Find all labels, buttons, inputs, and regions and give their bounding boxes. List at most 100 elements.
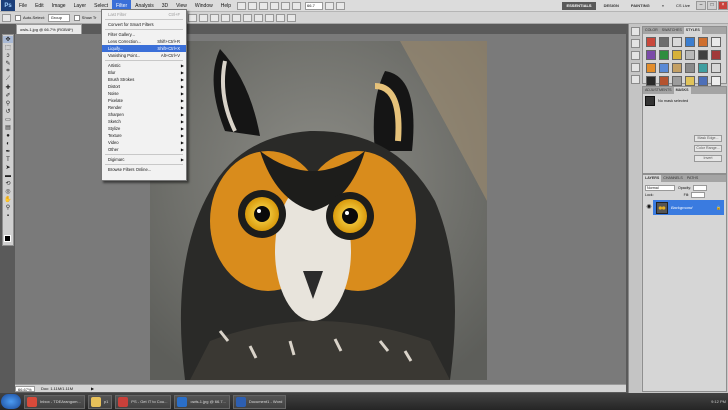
menu-help[interactable]: Help xyxy=(217,0,235,12)
eyedropper-tool-icon[interactable]: ⟋ xyxy=(3,76,13,83)
taskbar-item[interactable]: owls-1.jpg @ 66.7... xyxy=(174,394,230,409)
tab-styles[interactable]: STYLES xyxy=(683,27,702,34)
filter-menu-item-distort[interactable]: Distort ▶ xyxy=(102,83,186,90)
style-swatch[interactable] xyxy=(685,50,695,60)
guides-icon[interactable] xyxy=(259,1,269,10)
tab-channels[interactable]: CHANNELS xyxy=(661,175,685,182)
filter-menu-item-convert-for-smart-filters[interactable]: Convert for Smart Filters xyxy=(102,21,186,28)
blur-tool-icon[interactable]: ● xyxy=(3,132,13,139)
filter-menu-item-brush-strokes[interactable]: Brush Strokes ▶ xyxy=(102,76,186,83)
hand-tool-icon[interactable] xyxy=(270,1,280,10)
owl-photo[interactable] xyxy=(150,41,487,380)
filter-menu-item-vanishing-point[interactable]: Vanishing Point... Alt+Ctrl+V xyxy=(102,52,186,59)
style-swatch[interactable] xyxy=(659,76,669,86)
tab-layers[interactable]: LAYERS xyxy=(643,175,662,182)
style-swatch[interactable] xyxy=(711,50,721,60)
filter-menu-item-sketch[interactable]: Sketch ▶ xyxy=(102,118,186,125)
style-swatch[interactable] xyxy=(685,76,695,86)
menu-file[interactable]: File xyxy=(15,0,31,12)
screen-mode-icon[interactable] xyxy=(336,1,346,10)
blend-mode-select[interactable]: Normal xyxy=(645,184,675,191)
filter-menu-item-browse-filters-online[interactable]: Browse Filters Online... xyxy=(102,166,186,173)
distribute-bottom-icon[interactable] xyxy=(276,13,286,22)
clone-stamp-tool-icon[interactable]: ⚲ xyxy=(3,100,13,107)
align-left-icon[interactable] xyxy=(221,13,231,22)
character-panel-icon[interactable] xyxy=(631,75,640,84)
arrange-documents-icon[interactable] xyxy=(325,1,335,10)
style-swatch[interactable] xyxy=(646,50,656,60)
minimize-button[interactable]: – xyxy=(696,1,706,10)
show-transform-checkbox[interactable] xyxy=(73,14,80,21)
style-swatch[interactable] xyxy=(646,63,656,73)
style-swatch[interactable] xyxy=(659,50,669,60)
cs-live-menu[interactable]: CS Live xyxy=(676,3,690,8)
3d-orbit-tool-icon[interactable]: ◎ xyxy=(3,188,13,195)
spot-healing-tool-icon[interactable]: ✚ xyxy=(3,84,13,91)
marquee-tool-icon[interactable]: ⬚ xyxy=(3,44,13,51)
filter-menu-item-lens-correction[interactable]: Lens Correction... Shift+Ctrl+R xyxy=(102,38,186,45)
menu-window[interactable]: Window xyxy=(191,0,217,12)
style-swatch[interactable] xyxy=(698,50,708,60)
style-swatch[interactable] xyxy=(711,76,721,86)
filter-menu-item-pixelate[interactable]: Pixelate ▶ xyxy=(102,97,186,104)
align-center-icon[interactable] xyxy=(232,13,242,22)
style-swatch[interactable] xyxy=(698,37,708,47)
taskbar-item[interactable]: Inbox - TDEArangom... xyxy=(24,394,85,409)
hand-tool-icon[interactable]: ✋ xyxy=(3,196,13,203)
style-swatch[interactable] xyxy=(711,37,721,47)
style-swatch[interactable] xyxy=(646,37,656,47)
3d-rotate-tool-icon[interactable]: ⟲ xyxy=(3,180,13,187)
eye-icon[interactable]: ◉ xyxy=(645,200,653,215)
auto-select-checkbox[interactable] xyxy=(15,14,21,21)
brush-tool-icon[interactable]: ✐ xyxy=(3,92,13,99)
tab-swatches[interactable]: SWATCHES xyxy=(660,27,684,34)
quick-select-tool-icon[interactable]: ✎ xyxy=(3,60,13,67)
color-range-button[interactable]: Color Range... xyxy=(694,145,722,152)
taskbar-item[interactable]: Document1 - Word xyxy=(232,394,287,409)
align-right-icon[interactable] xyxy=(243,13,253,22)
filter-menu-item-filter-gallery[interactable]: Filter Gallery... xyxy=(102,31,186,38)
foreground-color-swatch[interactable] xyxy=(4,235,11,242)
style-swatch[interactable] xyxy=(672,76,682,86)
zoom-tool-icon[interactable] xyxy=(281,1,291,10)
taskbar-item[interactable]: p1 xyxy=(87,394,113,409)
filter-menu-item-noise[interactable]: Noise ▶ xyxy=(102,90,186,97)
style-swatch[interactable] xyxy=(672,50,682,60)
workspace-painting-button[interactable]: PAINTING xyxy=(627,2,654,10)
layer-row-background[interactable]: ◉ Background 🔒 xyxy=(645,200,724,215)
filter-menu-item-artistic[interactable]: Artistic ▶ xyxy=(102,62,186,69)
navigator-panel-icon[interactable] xyxy=(631,51,640,60)
start-button[interactable] xyxy=(1,394,21,409)
style-swatch[interactable] xyxy=(698,63,708,73)
fill-field[interactable] xyxy=(691,191,706,198)
zoom-tool-icon[interactable]: ⚲ xyxy=(3,204,13,211)
auto-align-icon[interactable] xyxy=(287,13,297,22)
type-tool-icon[interactable]: T xyxy=(3,156,13,163)
auto-select-dropdown[interactable]: Group xyxy=(47,13,70,22)
style-swatch[interactable] xyxy=(685,37,695,47)
actions-panel-icon[interactable] xyxy=(631,39,640,48)
style-swatch[interactable] xyxy=(659,37,669,47)
history-brush-tool-icon[interactable]: ↺ xyxy=(3,108,13,115)
zoom-level-select[interactable]: 66.7 xyxy=(305,1,324,10)
menu-image[interactable]: Image xyxy=(48,0,70,12)
crop-tool-icon[interactable]: ⌗ xyxy=(3,68,13,75)
style-swatch[interactable] xyxy=(646,76,656,86)
workspace-design-button[interactable]: DESIGN xyxy=(600,2,623,10)
style-swatch[interactable] xyxy=(685,63,695,73)
filter-menu-item-stylize[interactable]: Stylize ▶ xyxy=(102,125,186,132)
style-swatch[interactable] xyxy=(659,63,669,73)
default-colors-icon[interactable]: ▪ xyxy=(3,212,13,219)
menu-edit[interactable]: Edit xyxy=(31,0,48,12)
shape-tool-icon[interactable]: ▬ xyxy=(3,172,13,179)
taskbar-item[interactable]: PS - Get IT to Cou... xyxy=(115,394,172,409)
move-tool-preset-icon[interactable] xyxy=(2,13,11,22)
invert-button[interactable]: Invert xyxy=(694,155,722,162)
rotate-view-icon[interactable] xyxy=(292,1,302,10)
close-button[interactable]: × xyxy=(718,1,728,10)
filter-menu-item-digimarc[interactable]: Digimarc ▶ xyxy=(102,156,186,163)
filter-menu-item-video[interactable]: Video ▶ xyxy=(102,139,186,146)
tab-masks[interactable]: MASKS xyxy=(673,87,691,94)
minibridge-icon[interactable] xyxy=(248,1,258,10)
distribute-middle-icon[interactable] xyxy=(265,13,275,22)
